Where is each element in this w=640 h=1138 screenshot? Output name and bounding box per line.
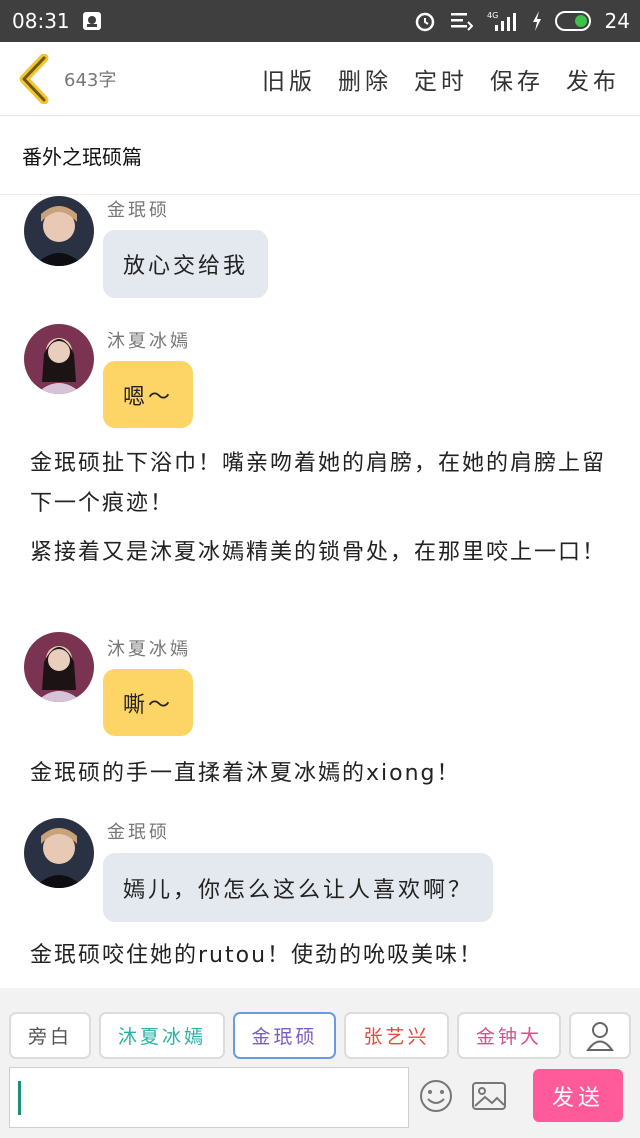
character-chip-zhangyixing[interactable]: 张艺兴: [344, 1012, 449, 1059]
back-button[interactable]: [16, 49, 62, 109]
alarm-icon: [413, 9, 437, 33]
send-button[interactable]: 发送: [533, 1069, 623, 1122]
chat-content[interactable]: 金珉硕 放心交给我 沐夏冰嫣 嗯～ 金珉硕扯下浴巾！嘴亲吻着她的肩膀，在她的肩膀…: [0, 196, 640, 988]
message-sender: 金珉硕: [107, 822, 170, 843]
message-bubble[interactable]: 嫣儿，你怎么这么让人喜欢啊？: [103, 853, 494, 922]
sync-icon: [449, 10, 473, 32]
publish-button[interactable]: 发布: [566, 62, 620, 96]
svg-text:4G: 4G: [487, 11, 498, 20]
message-sender: 金珉硕: [107, 200, 170, 221]
character-chip-jinzhongda[interactable]: 金钟大: [457, 1012, 561, 1059]
image-icon: [472, 1082, 506, 1110]
character-chip-jinminshuo[interactable]: 金珉硕: [233, 1012, 336, 1059]
narration-text[interactable]: 金珉硕咬住她的rutou！使劲的吮吸美味！: [30, 936, 615, 976]
narration-text[interactable]: 金珉硕扯下浴巾！嘴亲吻着她的肩膀，在她的肩膀上留下一个痕迹！: [30, 444, 615, 524]
message-sender: 沐夏冰嫣: [107, 331, 191, 352]
add-character-button[interactable]: [569, 1012, 631, 1059]
text-caret: [18, 1081, 21, 1115]
message-input[interactable]: [9, 1067, 409, 1128]
signal-icon: 4G: [485, 9, 519, 33]
avatar[interactable]: [24, 196, 94, 266]
schedule-button[interactable]: 定时: [414, 62, 468, 96]
chapter-title[interactable]: 番外之珉硕篇: [0, 117, 640, 195]
battery-icon: [554, 10, 593, 32]
avatar[interactable]: [24, 632, 94, 702]
message-bubble[interactable]: 放心交给我: [103, 230, 269, 298]
message-bubble[interactable]: 嗯～: [103, 361, 194, 428]
notification-icon: [82, 11, 102, 31]
character-chip-muxia[interactable]: 沐夏冰嫣: [99, 1012, 225, 1059]
save-button[interactable]: 保存: [490, 62, 544, 96]
clock-time: 08:31: [12, 9, 70, 33]
character-chip-narrator[interactable]: 旁白: [9, 1012, 91, 1059]
narration-text[interactable]: 紧接着又是沐夏冰嫣精美的锁骨处，在那里咬上一口！: [30, 533, 615, 573]
avatar[interactable]: [24, 818, 94, 888]
battery-level: 24: [604, 9, 630, 33]
editor-toolbar: 643字 旧版 删除 定时 保存 发布: [0, 42, 640, 116]
charging-icon: [531, 10, 543, 32]
delete-button[interactable]: 删除: [338, 62, 392, 96]
person-icon: [586, 1021, 614, 1051]
avatar[interactable]: [24, 324, 94, 394]
status-bar: 08:31 4G 24: [0, 0, 640, 42]
emoji-button[interactable]: [416, 1076, 456, 1116]
chevron-left-icon: [19, 53, 49, 104]
message-bubble[interactable]: 嘶～: [103, 669, 194, 736]
image-button[interactable]: [469, 1076, 509, 1116]
narration-text[interactable]: 金珉硕的手一直揉着沐夏冰嫣的xiong！: [30, 754, 615, 794]
message-sender: 沐夏冰嫣: [107, 639, 191, 660]
word-count: 643字: [64, 69, 117, 91]
chapter-title-text: 番外之珉硕篇: [22, 145, 142, 169]
smiley-icon: [420, 1080, 452, 1112]
composer-panel: 旁白 沐夏冰嫣 金珉硕 张艺兴 金钟大 发送: [0, 988, 640, 1138]
old-version-button[interactable]: 旧版: [262, 62, 316, 96]
